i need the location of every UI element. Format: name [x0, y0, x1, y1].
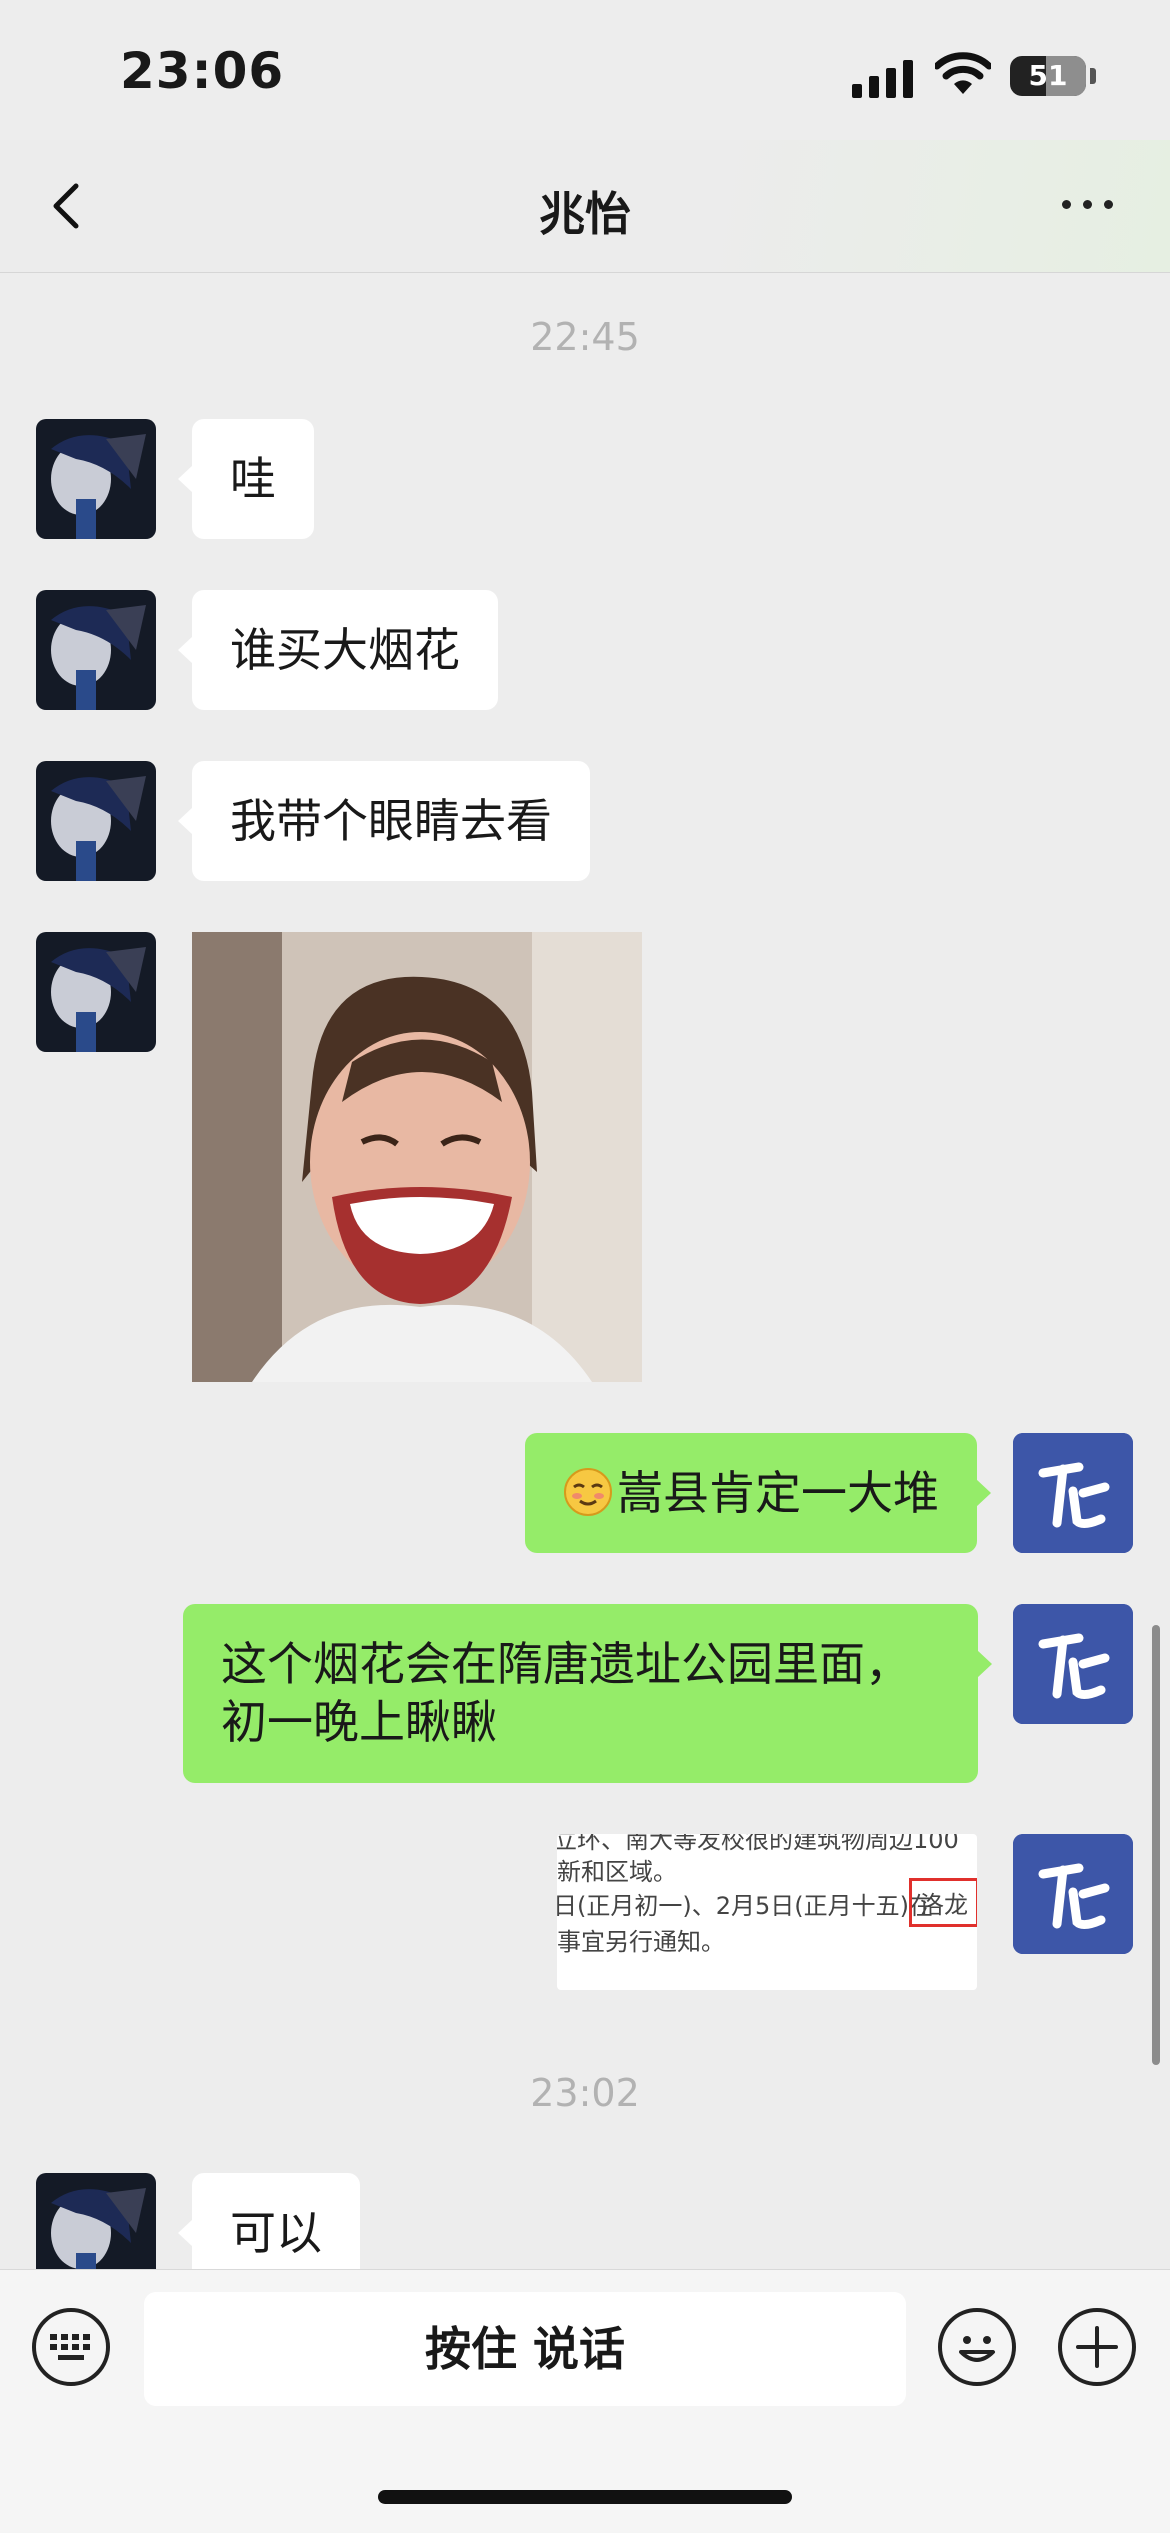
- message-text-line: 初一晚上瞅瞅: [221, 1695, 497, 1749]
- keyboard-toggle-button[interactable]: [32, 2308, 110, 2386]
- image-message[interactable]: 立环、南大等发校很的建筑物周边100 新和区域。 日(正月初一)、2月5日(正月…: [557, 1834, 977, 1990]
- my-avatar[interactable]: [1013, 1834, 1133, 1954]
- status-time: 23:06: [120, 42, 285, 100]
- keyboard-icon: [50, 2334, 90, 2360]
- screenshot-highlight: 洛龙: [909, 1878, 977, 1927]
- message-text-line: 这个烟花会在隋唐遗址公园里面，: [221, 1637, 911, 1691]
- status-bar: 23:06 51: [0, 0, 1170, 140]
- home-indicator: [378, 2490, 792, 2504]
- screenshot-text: 新和区域。: [557, 1858, 677, 1886]
- contact-avatar[interactable]: [36, 590, 156, 710]
- message-list[interactable]: 22:45 哇 谁买大烟花 我带个眼睛去看 嵩县肯定一大堆 这个烟花会在隋唐遗址…: [0, 273, 1170, 2269]
- battery-tip: [1090, 68, 1096, 84]
- message-text: 嵩县肯定一大堆: [617, 1466, 939, 1520]
- message-bubble-outgoing[interactable]: 嵩县肯定一大堆: [525, 1433, 991, 1553]
- my-avatar[interactable]: [1013, 1604, 1133, 1724]
- more-functions-button[interactable]: [1058, 2308, 1136, 2386]
- chat-header: 兆怡: [0, 140, 1170, 273]
- screenshot-text: 事宜另行通知。: [557, 1928, 725, 1956]
- my-avatar[interactable]: [1013, 1433, 1133, 1553]
- plus-icon: [1076, 2326, 1118, 2368]
- message-bubble-incoming[interactable]: 可以: [178, 2173, 360, 2269]
- contact-avatar[interactable]: [36, 419, 156, 539]
- contact-avatar[interactable]: [36, 2173, 156, 2269]
- emoji-button[interactable]: [938, 2308, 1016, 2386]
- battery-level: 51: [1028, 59, 1068, 92]
- message-bubble-outgoing[interactable]: 这个烟花会在隋唐遗址公园里面， 初一晚上瞅瞅: [183, 1604, 992, 1783]
- wifi-icon: [935, 52, 991, 94]
- message-timestamp: 22:45: [530, 315, 640, 359]
- image-message[interactable]: [192, 932, 642, 1382]
- hold-to-talk-button[interactable]: 按住 说话: [144, 2292, 906, 2406]
- scrollbar[interactable]: [1152, 1625, 1160, 2065]
- message-bubble-incoming[interactable]: 我带个眼睛去看: [178, 761, 590, 881]
- smiley-icon: [959, 2336, 995, 2362]
- contact-avatar[interactable]: [36, 761, 156, 881]
- smug-face-emoji-icon: [564, 1468, 612, 1516]
- message-timestamp: 23:02: [530, 2071, 640, 2115]
- more-options-icon[interactable]: [1058, 184, 1118, 224]
- screenshot-text: 日(正月初一)、2月5日(正月十五)在: [557, 1892, 933, 1920]
- battery-icon: 51: [1010, 56, 1086, 96]
- message-bubble-incoming[interactable]: 哇: [178, 419, 314, 539]
- chat-title: 兆怡: [539, 187, 631, 241]
- contact-avatar[interactable]: [36, 932, 156, 1052]
- message-bubble-incoming[interactable]: 谁买大烟花: [178, 590, 498, 710]
- cellular-signal-icon: [852, 58, 914, 98]
